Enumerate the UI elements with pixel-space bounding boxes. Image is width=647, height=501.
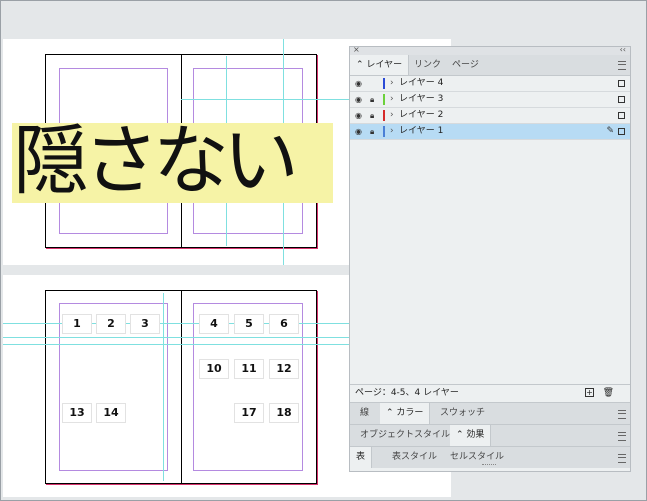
page-number-box[interactable]: 10	[199, 359, 229, 379]
tab-layers[interactable]: ⌃ レイヤー	[350, 55, 410, 75]
page-number-box[interactable]: 4	[199, 314, 229, 334]
tab-cell-styles[interactable]: セルスタイル	[444, 447, 510, 468]
guide-vertical[interactable]	[163, 293, 164, 481]
tab-links[interactable]: リンク	[408, 55, 447, 75]
tab-toggle-icon: ⌃	[386, 408, 394, 418]
layer-row[interactable]: ◉ › レイヤー 4	[350, 76, 630, 92]
page-number-box[interactable]: 13	[62, 403, 92, 423]
page-number-box[interactable]: 2	[96, 314, 126, 334]
page-number-box[interactable]: 18	[269, 403, 299, 423]
layer-target-icon[interactable]	[618, 96, 625, 103]
layer-row-selected[interactable]: ◉ 🔒︎ › レイヤー 1 ✎	[350, 124, 630, 140]
layer-name: レイヤー 4	[399, 78, 444, 88]
tab-table-styles[interactable]: 表スタイル	[386, 447, 443, 468]
guide-horizontal[interactable]	[3, 344, 349, 345]
layers-panel: × ‹‹ ⌃ レイヤー リンク ページ ◉ › レイヤー 4 ◉ 🔒︎ › レイ…	[349, 45, 631, 472]
resize-grip[interactable]	[482, 464, 496, 467]
new-layer-icon[interactable]: +	[585, 388, 594, 397]
spread-fold	[181, 291, 182, 483]
guide-horizontal[interactable]	[181, 99, 349, 100]
lock-icon[interactable]: 🔒︎	[370, 124, 374, 139]
page-number-box[interactable]: 1	[62, 314, 92, 334]
subpanel-stroke-color: 線 ⌃ カラー スウォッチ	[350, 402, 630, 424]
chevron-right-icon[interactable]: ›	[390, 108, 394, 123]
subpanel-styles-effects: オブジェクトスタイル ⌃ 効果	[350, 424, 630, 446]
eye-icon[interactable]: ◉	[355, 124, 362, 139]
tab-pages[interactable]: ページ	[446, 55, 485, 75]
layer-color-bar	[383, 110, 385, 121]
subpanel-tables: 表 表スタイル セルスタイル	[350, 446, 630, 468]
panel-status-bar: ページ：4-5、4 レイヤー + 🗑︎	[350, 384, 630, 401]
page-number-box[interactable]: 3	[130, 314, 160, 334]
layer-color-bar	[383, 78, 385, 89]
layer-target-icon[interactable]	[618, 128, 625, 135]
tab-effects[interactable]: ⌃ 効果	[450, 425, 492, 446]
trash-icon[interactable]: 🗑︎	[603, 385, 614, 401]
lock-icon[interactable]: 🔒︎	[370, 92, 374, 107]
layer-color-bar	[383, 126, 385, 137]
layer-target-icon[interactable]	[618, 112, 625, 119]
chevron-right-icon[interactable]: ›	[390, 92, 394, 107]
pen-icon: ✎	[606, 126, 614, 136]
layer-row[interactable]: ◉ 🔒︎ › レイヤー 2	[350, 108, 630, 124]
close-icon[interactable]: ×	[353, 45, 360, 54]
tab-toggle-icon: ⌃	[456, 430, 464, 440]
tab-toggle-icon: ⌃	[356, 60, 364, 70]
page-number-box[interactable]: 6	[269, 314, 299, 334]
tab-table[interactable]: 表	[350, 447, 373, 468]
page-number-box[interactable]: 5	[234, 314, 264, 334]
panel-menu-icon[interactable]	[618, 454, 626, 463]
page-number-box[interactable]: 17	[234, 403, 264, 423]
tab-label: レイヤー	[366, 60, 403, 70]
chevron-right-icon[interactable]: ›	[390, 76, 394, 91]
layer-name: レイヤー 1	[399, 126, 444, 136]
layer-target-icon[interactable]	[618, 80, 625, 87]
tab-label: カラー	[396, 408, 424, 418]
panel-menu-icon[interactable]	[618, 410, 626, 419]
tab-swatches[interactable]: スウォッチ	[434, 403, 491, 424]
layer-name: レイヤー 3	[399, 94, 444, 104]
tab-label: 効果	[466, 430, 485, 440]
layer-name: レイヤー 2	[399, 110, 444, 120]
page-number-box[interactable]: 11	[234, 359, 264, 379]
tab-object-styles[interactable]: オブジェクトスタイル	[354, 425, 456, 446]
tab-stroke[interactable]: 線	[354, 403, 375, 424]
tab-color[interactable]: ⌃ カラー	[380, 403, 431, 424]
page-number-box[interactable]: 12	[269, 359, 299, 379]
collapse-icon[interactable]: ‹‹	[620, 45, 626, 54]
panel-menu-icon[interactable]	[618, 61, 626, 70]
layer-color-bar	[383, 94, 385, 105]
eye-icon[interactable]: ◉	[355, 76, 362, 91]
panel-menu-icon[interactable]	[618, 432, 626, 441]
eye-icon[interactable]: ◉	[355, 92, 362, 107]
lock-icon[interactable]: 🔒︎	[370, 108, 374, 123]
page-number-box[interactable]: 14	[96, 403, 126, 423]
title-text[interactable]: 隠さない	[13, 113, 343, 209]
layer-row[interactable]: ◉ 🔒︎ › レイヤー 3	[350, 92, 630, 108]
chevron-right-icon[interactable]: ›	[390, 124, 394, 139]
status-text: ページ：4-5、4 レイヤー	[355, 388, 459, 398]
eye-icon[interactable]: ◉	[355, 108, 362, 123]
panel-titlebar[interactable]: × ‹‹	[350, 45, 630, 55]
app-frame: 隠さない 1 2 3 4 5 6 10 11 12 13 14 17 18 × …	[0, 0, 647, 501]
guide-horizontal[interactable]	[3, 337, 349, 338]
panel-tabbar: ⌃ レイヤー リンク ページ	[350, 55, 630, 76]
